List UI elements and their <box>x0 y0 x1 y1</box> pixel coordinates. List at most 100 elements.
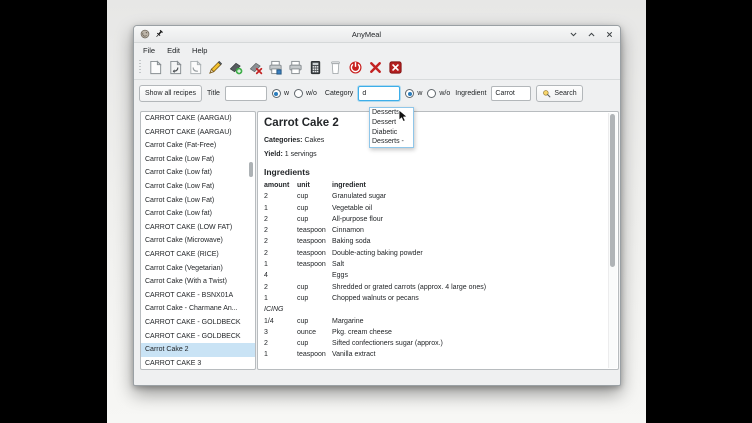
recipe-list-item[interactable]: Carrot Cake - Charmane An... <box>141 302 255 316</box>
ingredient-amount: 1 <box>264 203 297 214</box>
add-recipe-icon[interactable] <box>227 59 244 76</box>
recipe-list-item[interactable]: CARROT CAKE (AARGAU) <box>141 126 255 140</box>
completer-item[interactable]: Diabetic <box>370 128 413 138</box>
category-label: Category <box>325 90 353 97</box>
ingredient-unit: cup <box>297 282 332 293</box>
ingredient-name: Cinnamon <box>332 225 602 236</box>
export-document-icon[interactable] <box>187 59 204 76</box>
ingredient-name: Vegetable oil <box>332 203 602 214</box>
ingredient-amount: 1 <box>264 349 297 360</box>
maximize-icon[interactable] <box>587 30 596 39</box>
recipe-list-item[interactable]: Carrot Cake (With a Twist) <box>141 275 255 289</box>
ingredient-name: Pkg. cream cheese <box>332 327 602 338</box>
menubar: File Edit Help <box>134 43 620 57</box>
menu-file[interactable]: File <box>143 46 155 55</box>
ingredient-name: Baking soda <box>332 236 602 247</box>
import-document-icon[interactable] <box>167 59 184 76</box>
ingredient-name: Margarine <box>332 316 602 327</box>
ingredient-name: Chopped walnuts or pecans <box>332 293 602 304</box>
category-without-radio[interactable]: w/o <box>427 89 450 98</box>
radio-label: w/o <box>306 90 317 97</box>
search-icon <box>542 89 551 98</box>
radio-unchecked-icon <box>294 89 303 98</box>
recipe-list-items: CARROT CAKE (AARGAU)CARROT CAKE (AARGAU)… <box>141 112 255 370</box>
recipe-list-item[interactable]: CARROT CAKE 3 <box>141 357 255 370</box>
ingredient-name: Shredded or grated carrots (approx. 4 la… <box>332 282 602 293</box>
window-controls <box>569 30 614 39</box>
title-with-radio[interactable]: w <box>272 89 289 98</box>
recipe-list-item[interactable]: CARROT CAKE - GOLDBECK <box>141 330 255 344</box>
menu-help[interactable]: Help <box>192 46 207 55</box>
yield-value: 1 servings <box>285 151 317 158</box>
ingredient-amount: 1 <box>264 259 297 270</box>
recipe-list-item[interactable]: CARROT CAKE - BSNX01A <box>141 289 255 303</box>
ingredient-amount: 2 <box>264 338 297 349</box>
recipe-list-item[interactable]: Carrot Cake (Low fat) <box>141 207 255 221</box>
ingredient-amount: 2 <box>264 191 297 202</box>
remove-recipe-icon[interactable] <box>247 59 264 76</box>
search-button-label: Search <box>554 86 576 101</box>
recipe-list-item[interactable]: Carrot Cake (Low Fat) <box>141 153 255 167</box>
close-icon[interactable] <box>605 30 614 39</box>
delete-icon[interactable] <box>367 59 384 76</box>
detail-scrollbar-track[interactable] <box>608 113 617 368</box>
ingredient-unit: teaspoon <box>297 349 332 360</box>
ingredient-unit: cup <box>297 191 332 202</box>
ingredient-name: Granulated sugar <box>332 191 602 202</box>
ingredient-unit: ounce <box>297 327 332 338</box>
category-input[interactable] <box>358 86 400 101</box>
recipe-list: CARROT CAKE (AARGAU)CARROT CAKE (AARGAU)… <box>140 111 256 370</box>
recipe-list-item[interactable]: Carrot Cake (Low fat) <box>141 166 255 180</box>
ingredients-heading: Ingredients <box>264 167 602 177</box>
titlebar[interactable]: AnyMeal <box>134 26 620 43</box>
yield-label: Yield: <box>264 151 283 158</box>
recipe-list-item[interactable]: CARROT CAKE (AARGAU) <box>141 112 255 126</box>
category-with-radio[interactable]: w <box>405 89 422 98</box>
recipe-list-scrollbar-thumb[interactable] <box>249 162 253 177</box>
menu-edit[interactable]: Edit <box>167 46 180 55</box>
recipe-list-item[interactable]: Carrot Cake (Low Fat) <box>141 194 255 208</box>
ingredient-amount: 2 <box>264 282 297 293</box>
recipe-list-item[interactable]: Carrot Cake (Vegetarian) <box>141 262 255 276</box>
ingredient-name: All-purpose flour <box>332 214 602 225</box>
calculator-icon[interactable] <box>307 59 324 76</box>
ingredient-amount: 4 <box>264 270 297 281</box>
print-preview-icon[interactable] <box>287 59 304 76</box>
recipe-detail-content: Carrot Cake 2 Categories: Cakes Yield: 1… <box>258 112 618 361</box>
ingredient-unit: cup <box>297 338 332 349</box>
title-input[interactable] <box>225 86 267 101</box>
ingredient-input[interactable] <box>491 86 531 101</box>
print-icon[interactable] <box>267 59 284 76</box>
ingredient-section-label: ICING <box>264 304 602 315</box>
recipe-list-item[interactable]: Carrot Cake (Fat-Free) <box>141 139 255 153</box>
ingredient-amount: 1 <box>264 293 297 304</box>
search-button[interactable]: Search <box>536 85 582 102</box>
abort-icon[interactable] <box>347 59 364 76</box>
recipe-list-item[interactable]: CARROT CAKE - GOLDBECK <box>141 316 255 330</box>
recipe-list-item[interactable]: CARROT CAKE (RICE) <box>141 248 255 262</box>
recipe-list-item[interactable]: Carrot Cake (Microwave) <box>141 234 255 248</box>
pin-icon[interactable] <box>154 29 164 39</box>
toolbar-handle[interactable] <box>139 60 141 75</box>
ingredient-column-header: amount <box>264 180 297 191</box>
clipboard-icon[interactable] <box>327 59 344 76</box>
ingredient-unit: cup <box>297 203 332 214</box>
new-document-icon[interactable] <box>147 59 164 76</box>
recipe-categories: Categories: Cakes <box>264 137 602 144</box>
show-all-recipes-button[interactable]: Show all recipes <box>139 85 202 102</box>
recipe-list-item[interactable]: CARROT CAKE (LOW FAT) <box>141 221 255 235</box>
app-icon <box>140 29 150 39</box>
toolbar <box>134 57 620 79</box>
exit-icon[interactable] <box>387 59 404 76</box>
ingredients-table: amountunitingredient2cupGranulated sugar… <box>264 180 602 361</box>
filter-bar: Show all recipes Title w w/o Category w … <box>134 79 620 108</box>
ingredient-name: Sifted confectioners sugar (approx.) <box>332 338 602 349</box>
detail-scrollbar-thumb[interactable] <box>610 114 615 267</box>
edit-recipe-icon[interactable] <box>207 59 224 76</box>
title-without-radio[interactable]: w/o <box>294 89 317 98</box>
completer-item[interactable]: Desserts - <box>370 137 413 147</box>
minimize-icon[interactable] <box>569 30 578 39</box>
ingredient-amount: 3 <box>264 327 297 338</box>
recipe-list-item[interactable]: Carrot Cake (Low Fat) <box>141 180 255 194</box>
recipe-list-item[interactable]: Carrot Cake 2 <box>141 343 255 357</box>
